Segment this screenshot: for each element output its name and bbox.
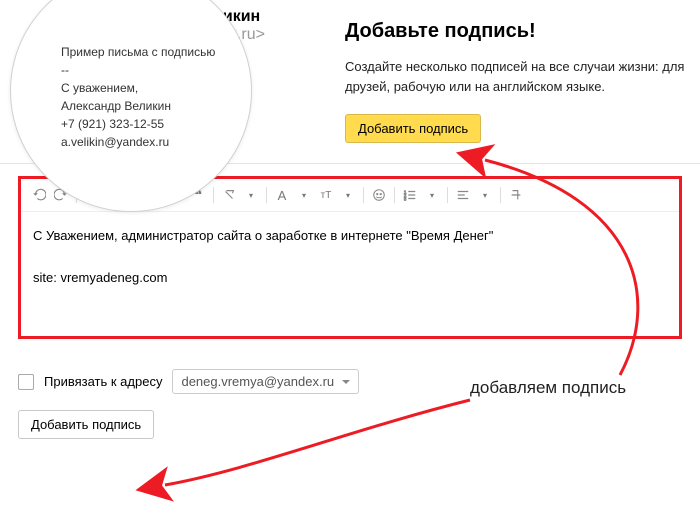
promo-description: Создайте несколько подписей на все случа… — [345, 57, 690, 96]
list-ol-icon[interactable]: 123 — [400, 185, 420, 205]
add-signature-button-bottom[interactable]: Добавить подпись — [18, 410, 154, 439]
annotation-text: добавляем подпись — [470, 378, 626, 398]
toolbar-sep — [363, 187, 364, 203]
editor-line-2: site: vremyadeneg.com — [33, 268, 667, 289]
promo-heading: Добавьте подпись! — [345, 20, 690, 43]
preview-phone: +7 (921) 323-12-55 — [61, 115, 221, 133]
toolbar-sep — [500, 187, 501, 203]
add-signature-button-top[interactable]: Добавить подпись — [345, 114, 481, 143]
preview-email: a.velikin@yandex.ru — [61, 133, 221, 151]
editor-line-1: С Уважением, администратор сайта о зараб… — [33, 226, 667, 247]
toolbar-sep — [213, 187, 214, 203]
signature-preview: Пример письма с подписью -- С уважением,… — [11, 13, 251, 181]
toolbar-sep — [266, 187, 267, 203]
font-size-icon[interactable]: тТ — [316, 185, 336, 205]
toolbar-sep — [447, 187, 448, 203]
promo-column: Добавьте подпись! Создайте несколько под… — [345, 0, 690, 143]
page-root: Александр Великин <a.velikin@yandex.ru> … — [0, 0, 700, 520]
emoji-icon[interactable] — [369, 185, 389, 205]
svg-text:3: 3 — [404, 196, 407, 201]
bind-address-value: deneg.vremya@yandex.ru — [181, 374, 334, 389]
preview-column: Александр Великин <a.velikin@yandex.ru> … — [10, 0, 345, 143]
clear-format-icon[interactable] — [219, 185, 239, 205]
preview-name: Александр Великин — [61, 97, 221, 115]
bind-checkbox[interactable] — [18, 374, 34, 390]
editor-body[interactable]: С Уважением, администратор сайта о зараб… — [21, 212, 679, 336]
tool-dropdown-icon[interactable]: ▾ — [422, 185, 442, 205]
preview-closing: С уважением, — [61, 79, 221, 97]
toolbar-sep — [394, 187, 395, 203]
bind-address-select[interactable]: deneg.vremya@yandex.ru — [172, 369, 359, 394]
font-color-icon[interactable]: A — [272, 185, 292, 205]
tool-dropdown-icon[interactable]: ▾ — [294, 185, 314, 205]
tool-dropdown-icon[interactable]: ▾ — [475, 185, 495, 205]
preview-sep: -- — [61, 61, 221, 79]
align-icon[interactable] — [453, 185, 473, 205]
preview-subject: Пример письма с подписью — [61, 43, 221, 61]
top-section: Александр Великин <a.velikin@yandex.ru> … — [0, 0, 700, 163]
strikethrough-icon[interactable] — [506, 185, 526, 205]
undo-icon[interactable] — [29, 185, 49, 205]
tool-dropdown-icon[interactable]: ▾ — [338, 185, 358, 205]
bind-label: Привязать к адресу — [44, 374, 162, 389]
tool-dropdown-icon[interactable]: ▾ — [241, 185, 261, 205]
